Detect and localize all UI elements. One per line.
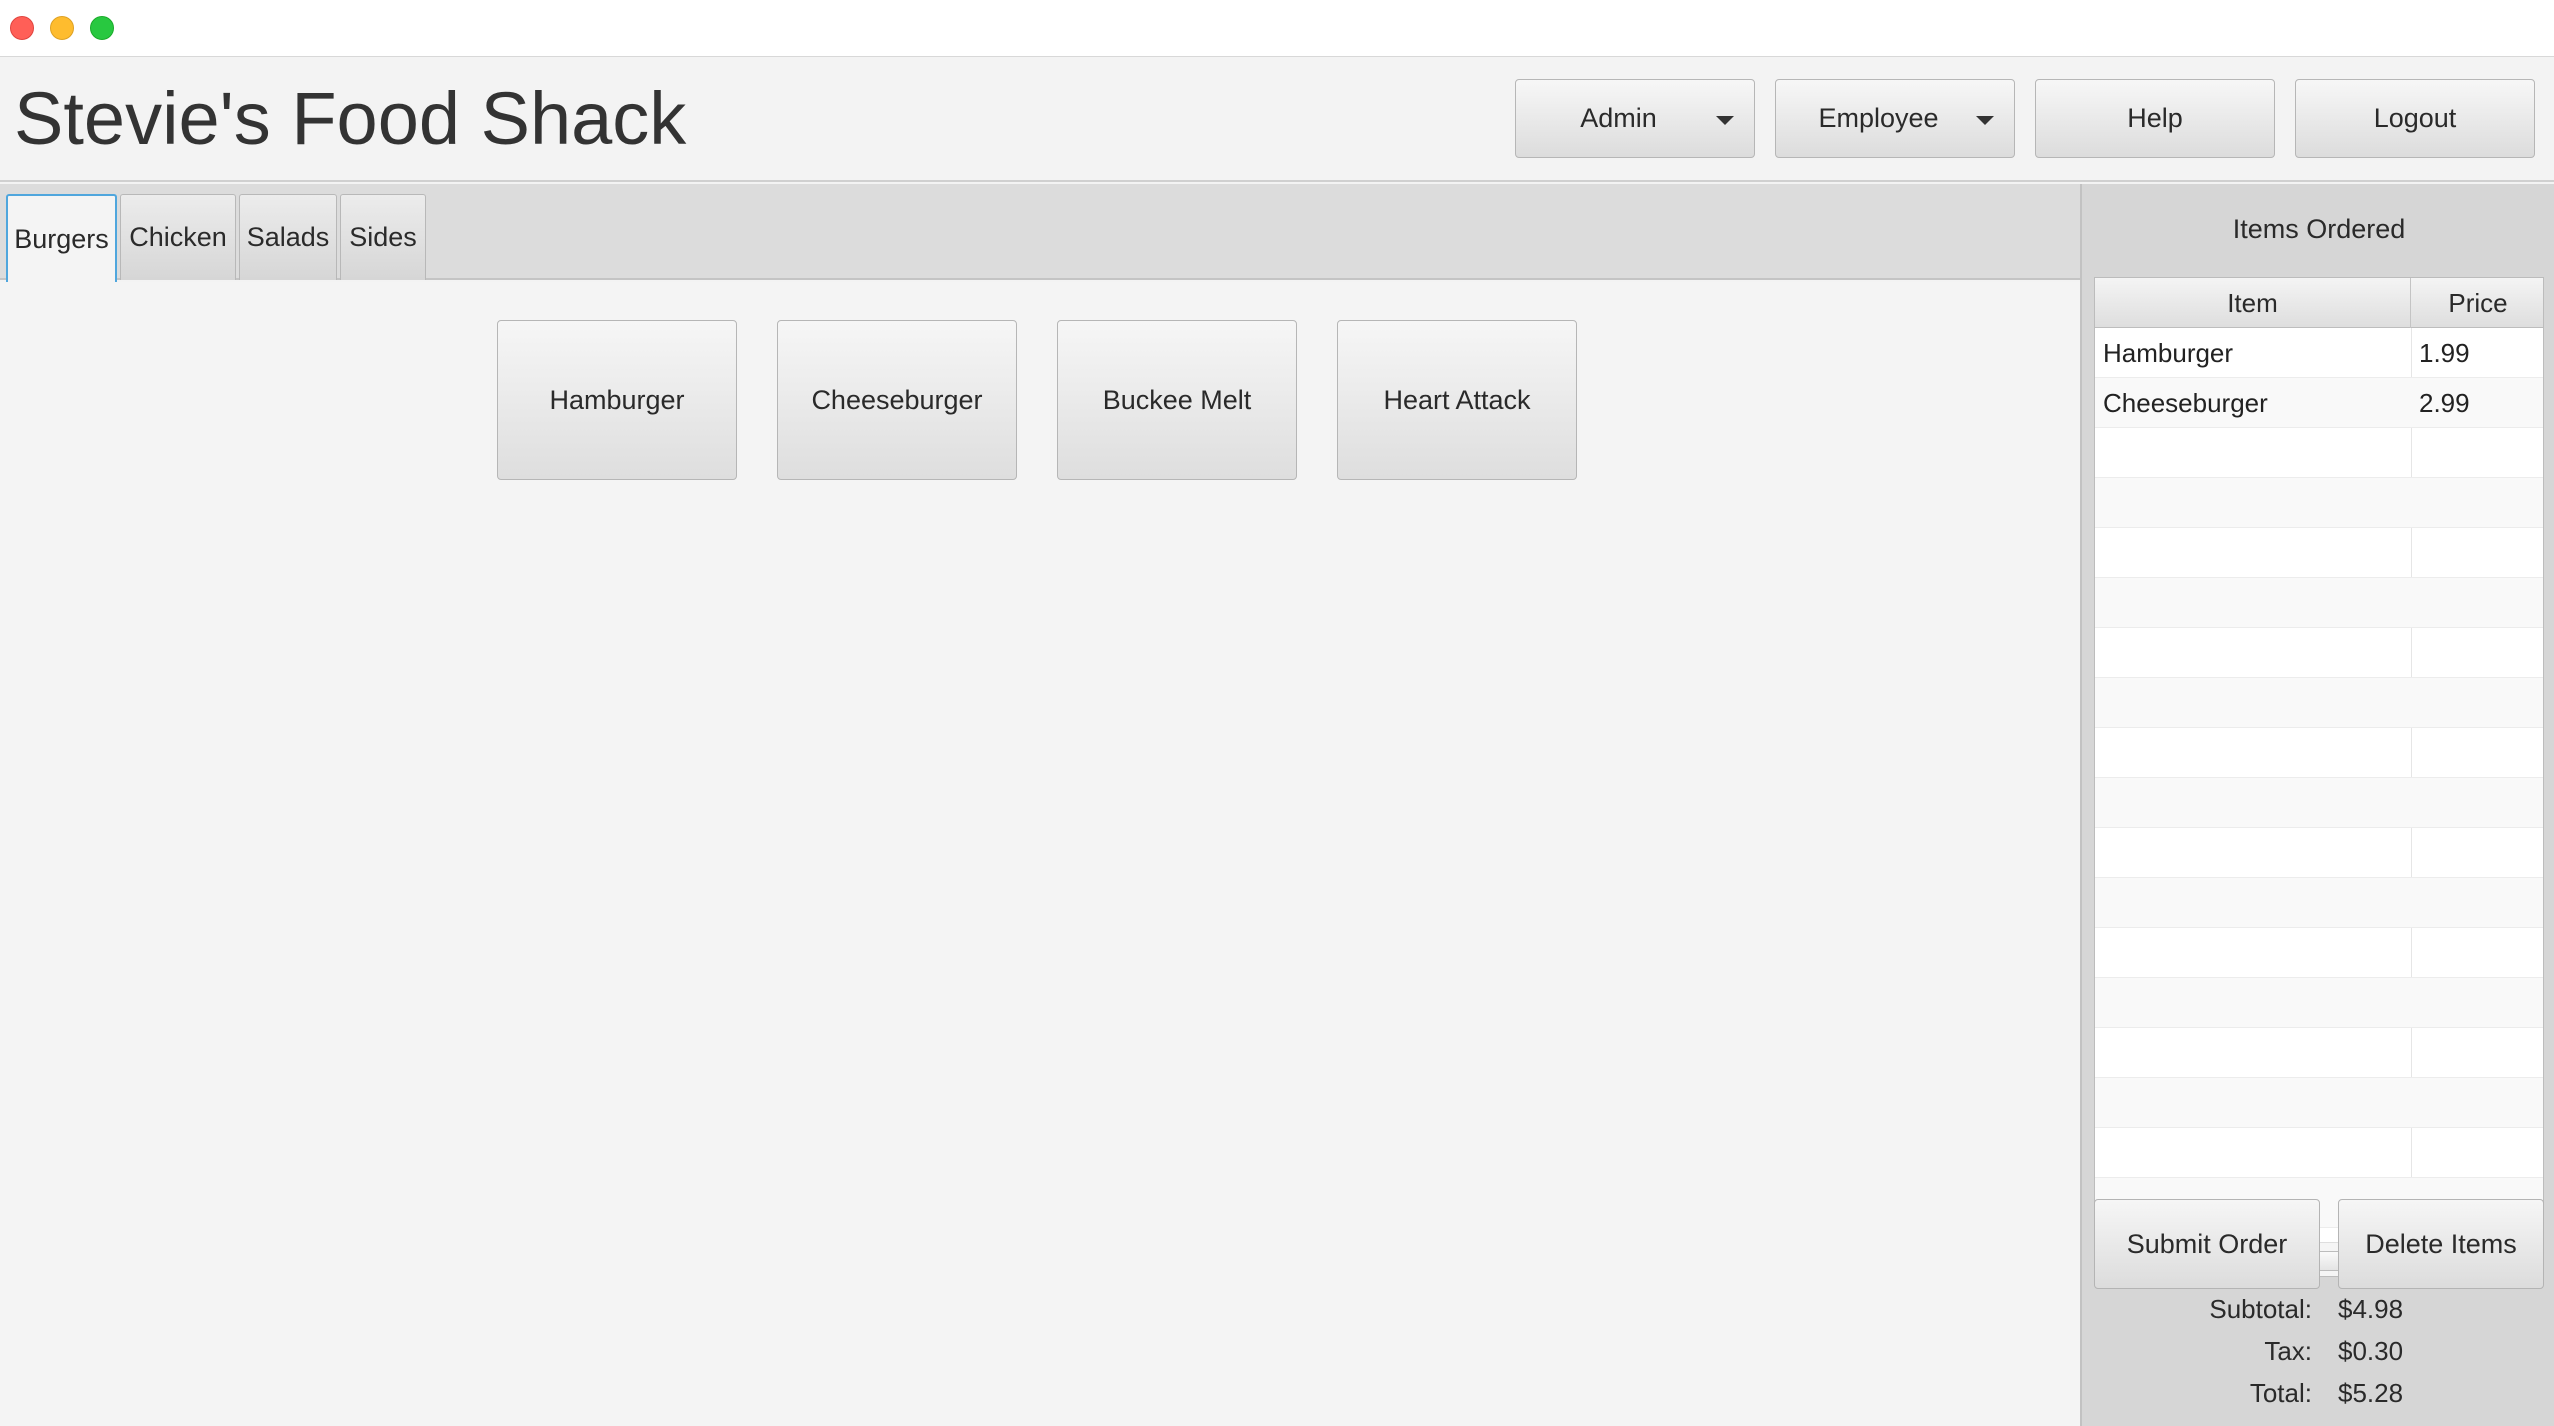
- total-row: Total: $5.28: [2082, 1378, 2554, 1418]
- window-titlebar: [0, 0, 2554, 57]
- empty-table-row: [2095, 678, 2543, 728]
- empty-table-row: [2095, 1028, 2543, 1078]
- row-item-name: Cheeseburger: [2103, 388, 2268, 418]
- chevron-down-icon: [1976, 116, 1994, 125]
- maximize-window-button[interactable]: [90, 16, 114, 40]
- row-item-price: 1.99: [2419, 338, 2470, 368]
- app-title: Stevie's Food Shack: [14, 77, 687, 160]
- table-row[interactable]: Cheeseburger 2.99: [2095, 378, 2543, 428]
- help-button[interactable]: Help: [2035, 79, 2275, 158]
- employee-menu-button[interactable]: Employee: [1775, 79, 2015, 158]
- subtotal-row: Subtotal: $4.98: [2082, 1294, 2554, 1334]
- subtotal-label: Subtotal:: [2209, 1294, 2312, 1324]
- total-label: Total:: [2249, 1378, 2312, 1408]
- row-item-name: Hamburger: [2103, 338, 2234, 368]
- logout-button[interactable]: Logout: [2295, 79, 2535, 158]
- order-panel: Items Ordered Item Price Hamburger 1.99 …: [2080, 184, 2554, 1426]
- empty-table-row: [2095, 728, 2543, 778]
- items-ordered-title: Items Ordered: [2232, 214, 2406, 244]
- column-header-item[interactable]: Item: [2095, 278, 2411, 328]
- total-value: $5.28: [2338, 1378, 2404, 1408]
- empty-table-row: [2095, 1078, 2543, 1128]
- menu-item-button[interactable]: Cheeseburger: [777, 320, 1017, 480]
- submit-order-button[interactable]: Submit Order: [2094, 1199, 2320, 1289]
- empty-table-row: [2095, 778, 2543, 828]
- tab-burgers[interactable]: Burgers: [6, 194, 117, 282]
- empty-table-row: [2095, 1128, 2543, 1178]
- empty-table-row: [2095, 628, 2543, 678]
- order-table[interactable]: Item Price Hamburger 1.99 Cheeseburger 2…: [2094, 277, 2544, 1277]
- empty-table-row: [2095, 828, 2543, 878]
- category-tab-bar: Burgers Chicken Salads Sides: [0, 184, 2080, 282]
- menu-item-button[interactable]: Heart Attack: [1337, 320, 1577, 480]
- empty-table-row: [2095, 478, 2543, 528]
- empty-table-row: [2095, 878, 2543, 928]
- tax-value: $0.30: [2338, 1336, 2404, 1366]
- app-header: Stevie's Food Shack Admin Employee Help …: [0, 58, 2554, 182]
- employee-menu-label: Employee: [1818, 103, 1939, 133]
- tax-label: Tax:: [2264, 1336, 2312, 1366]
- empty-table-row: [2095, 528, 2543, 578]
- tab-sides[interactable]: Sides: [340, 194, 426, 280]
- chevron-down-icon: [1716, 116, 1734, 125]
- row-item-price: 2.99: [2419, 388, 2470, 418]
- table-header: Item Price: [2095, 278, 2543, 328]
- help-button-label: Help: [2127, 103, 2183, 133]
- subtotal-value: $4.98: [2338, 1294, 2404, 1324]
- empty-table-row: [2095, 928, 2543, 978]
- minimize-window-button[interactable]: [50, 16, 74, 40]
- tab-chicken[interactable]: Chicken: [120, 194, 236, 280]
- empty-table-row: [2095, 978, 2543, 1028]
- admin-menu-button[interactable]: Admin: [1515, 79, 1755, 158]
- menu-item-button[interactable]: Hamburger: [497, 320, 737, 480]
- empty-table-row: [2095, 428, 2543, 478]
- delete-items-button[interactable]: Delete Items: [2338, 1199, 2544, 1289]
- menu-item-button[interactable]: Buckee Melt: [1057, 320, 1297, 480]
- logout-button-label: Logout: [2373, 103, 2457, 133]
- admin-menu-label: Admin: [1580, 103, 1657, 133]
- close-window-button[interactable]: [10, 16, 34, 40]
- tax-row: Tax: $0.30: [2082, 1336, 2554, 1376]
- empty-table-row: [2095, 578, 2543, 628]
- tab-salads[interactable]: Salads: [239, 194, 337, 280]
- menu-items-area: Hamburger Cheeseburger Buckee Melt Heart…: [0, 282, 2080, 1426]
- table-row[interactable]: Hamburger 1.99: [2095, 328, 2543, 378]
- column-header-price[interactable]: Price: [2411, 278, 2543, 328]
